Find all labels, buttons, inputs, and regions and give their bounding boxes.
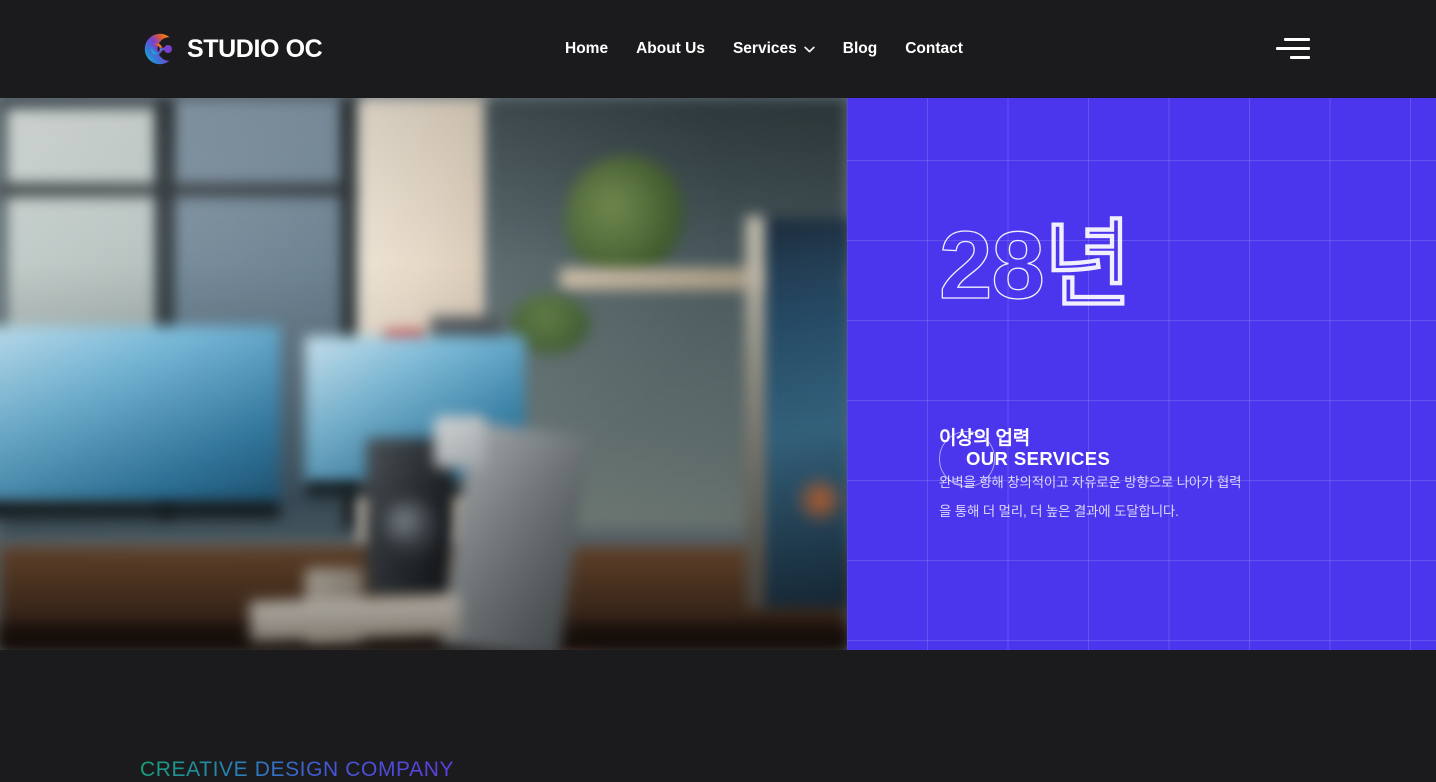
below-fold-section: CREATIVE DESIGN COMPANY — [0, 650, 1436, 781]
nav-item-blog[interactable]: Blog — [829, 32, 891, 66]
nav-item-home[interactable]: Home — [551, 32, 622, 66]
panel-content: 28년 이상의 업력 완벽을 향해 창의적이고 자유로운 방향으로 나아가 협력… — [938, 98, 1436, 650]
site-header: STUDIO OC Home About Us Services Blog Co… — [0, 0, 1436, 98]
studio-oc-logo-icon — [144, 33, 173, 65]
photo-overlay-veil — [0, 98, 847, 650]
nav-label-home: Home — [565, 40, 609, 57]
nav-label-contact: Contact — [905, 40, 963, 57]
nav-label-blog: Blog — [842, 40, 878, 57]
nav-label-about-us: About Us — [636, 40, 705, 57]
our-services-label: OUR SERVICES — [966, 448, 1111, 469]
nav-item-contact[interactable]: Contact — [891, 32, 977, 66]
hero-background-photo — [0, 98, 847, 650]
hamburger-menu-icon[interactable] — [1276, 33, 1310, 65]
nav-label-services: Services — [732, 40, 797, 57]
hamburger-line-bottom — [1290, 56, 1310, 59]
nav-item-about-us[interactable]: About Us — [622, 32, 719, 66]
section-eyebrow-text: CREATIVE DESIGN COMPANY — [140, 758, 455, 781]
hero-section: 28년 이상의 업력 완벽을 향해 창의적이고 자유로운 방향으로 나아가 협력… — [0, 98, 1436, 650]
brand-logo-link[interactable]: STUDIO OC — [140, 30, 323, 68]
nav-item-services[interactable]: Services — [719, 32, 829, 66]
brand-name: STUDIO OC — [187, 34, 323, 63]
hamburger-line-top — [1284, 38, 1310, 41]
chevron-down-icon — [804, 46, 815, 52]
hero-outline-headline: 28년 — [938, 212, 1132, 319]
hero-purple-panel: 28년 이상의 업력 완벽을 향해 창의적이고 자유로운 방향으로 나아가 협력… — [847, 98, 1436, 650]
hamburger-line-middle — [1276, 47, 1310, 50]
main-navigation: Home About Us Services Blog Contact — [551, 0, 977, 98]
our-services-button[interactable]: OUR SERVICES — [939, 431, 1110, 487]
